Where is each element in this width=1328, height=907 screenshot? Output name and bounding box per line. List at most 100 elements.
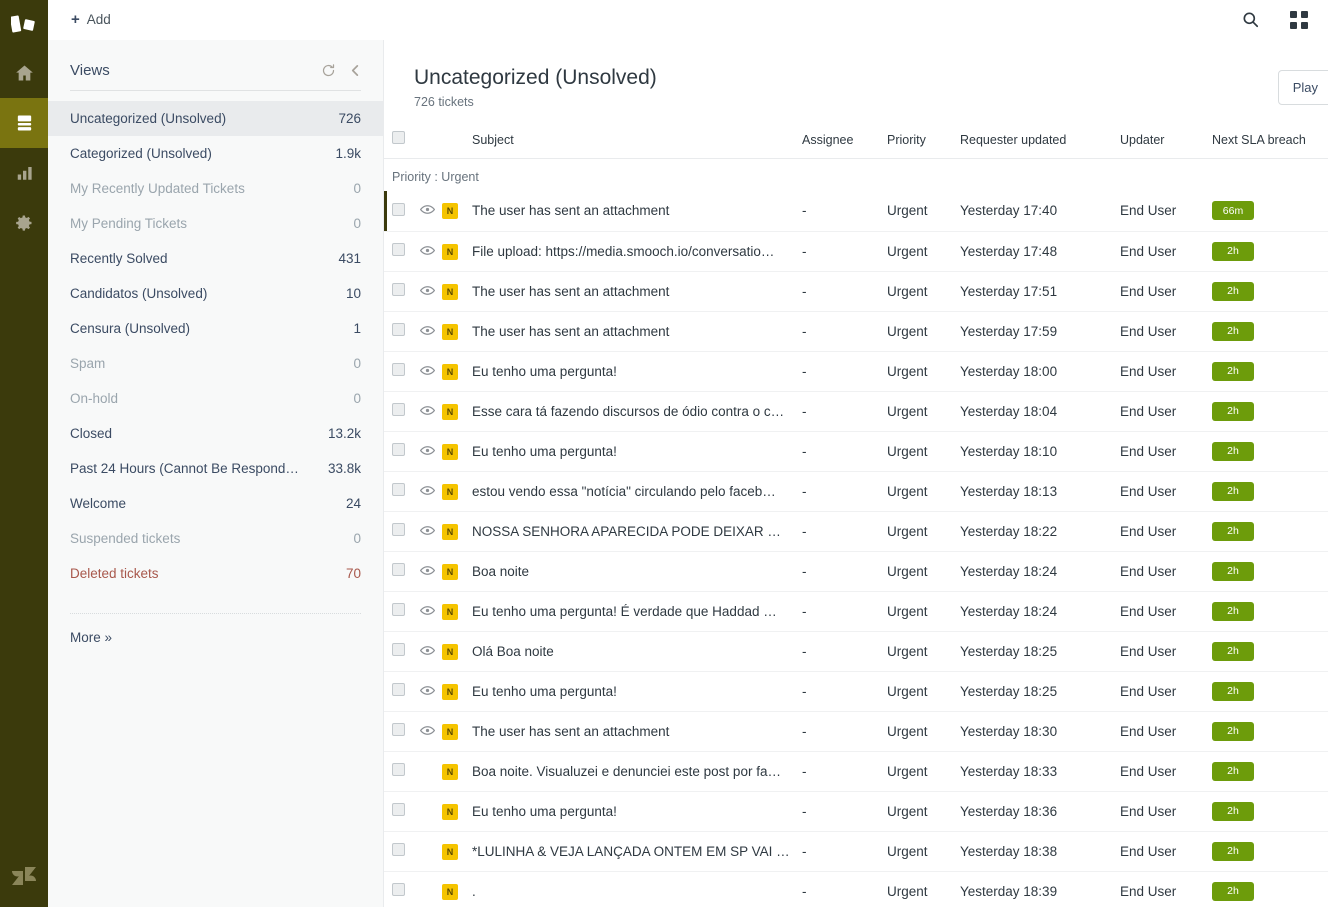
row-subject-text[interactable]: *LULINHA & VEJA LANÇADA ONTEM EM SP VAI …	[472, 844, 790, 859]
row-subject-text[interactable]: Eu tenho uma pergunta!	[472, 364, 790, 379]
table-row[interactable]: N Eu tenho uma pergunta! É verdade que Ha…	[384, 591, 1328, 632]
sidebar-item-view[interactable]: Welcome 24	[48, 486, 383, 521]
sidebar-item-view[interactable]: On-hold 0	[48, 381, 383, 416]
sidebar-item-view[interactable]: Spam 0	[48, 346, 383, 381]
table-row[interactable]: N. - Urgent Yesterday 18:39 End User 2h	[384, 871, 1328, 907]
eye-icon[interactable]	[419, 444, 436, 459]
table-row[interactable]: N File upload: https://media.smooch.io/co…	[384, 231, 1328, 272]
row-subject-text[interactable]: Eu tenho uma pergunta! É verdade que Had…	[472, 604, 790, 619]
rail-item-home[interactable]	[0, 48, 48, 98]
zendesk-products-logo[interactable]	[0, 0, 48, 48]
sidebar-item-view[interactable]: Deleted tickets 70	[48, 556, 383, 591]
add-button[interactable]: + Add	[71, 12, 111, 27]
eye-icon[interactable]	[419, 564, 436, 579]
sidebar-item-view[interactable]: Uncategorized (Unsolved) 726	[48, 101, 383, 136]
table-row[interactable]: N Eu tenho uma pergunta! - Urgent Yesterday …	[384, 351, 1328, 392]
table-row[interactable]: N Eu tenho uma pergunta! - Urgent Yesterday …	[384, 431, 1328, 472]
row-checkbox[interactable]	[392, 283, 405, 297]
row-checkbox[interactable]	[392, 202, 405, 216]
column-header-subject[interactable]: Subject	[472, 131, 802, 160]
table-row[interactable]: N Eu tenho uma pergunta! - Urgent Yesterday …	[384, 791, 1328, 832]
row-checkbox[interactable]	[392, 723, 405, 737]
row-subject-text[interactable]: Boa noite	[472, 564, 790, 579]
row-subject-text[interactable]: NOSSA SENHORA APARECIDA PODE DEIXAR DE …	[472, 524, 790, 539]
sidebar-item-view[interactable]: Recently Solved 431	[48, 241, 383, 276]
table-row[interactable]: N *LULINHA & VEJA LANÇADA ONTEM EM SP VAI…	[384, 831, 1328, 872]
row-checkbox[interactable]	[392, 643, 405, 657]
row-checkbox[interactable]	[392, 323, 405, 337]
row-checkbox[interactable]	[392, 443, 405, 457]
row-checkbox[interactable]	[392, 683, 405, 697]
sidebar-item-view[interactable]: Categorized (Unsolved) 1.9k	[48, 136, 383, 171]
eye-icon[interactable]	[419, 644, 436, 659]
sidebar-item-view[interactable]: Past 24 Hours (Cannot Be Respond… 33.8k	[48, 451, 383, 486]
play-button[interactable]: Play	[1277, 70, 1328, 105]
column-header-updater[interactable]: Updater	[1120, 131, 1212, 160]
eye-icon[interactable]	[419, 364, 436, 379]
sidebar-item-view[interactable]: My Recently Updated Tickets 0	[48, 171, 383, 206]
row-checkbox[interactable]	[392, 563, 405, 577]
row-subject-text[interactable]: File upload: https://media.smooch.io/con…	[472, 244, 790, 259]
eye-icon[interactable]	[419, 284, 436, 299]
rail-item-tickets[interactable]	[0, 98, 48, 148]
table-row[interactable]: N The user has sent an attachment - Urgent Y…	[384, 190, 1328, 232]
eye-icon[interactable]	[419, 404, 436, 419]
table-row[interactable]: N Esse cara tá fazendo discursos de ódio …	[384, 391, 1328, 432]
column-header-assignee[interactable]: Assignee	[802, 131, 887, 160]
sidebar-item-view[interactable]: Candidatos (Unsolved) 10	[48, 276, 383, 311]
eye-icon[interactable]	[419, 244, 436, 259]
select-all-checkbox[interactable]	[392, 131, 405, 145]
row-subject-text[interactable]: Boa noite. Visualuzei e denunciei este p…	[472, 764, 790, 779]
row-subject-text[interactable]: Olá Boa noite	[472, 644, 790, 659]
eye-icon[interactable]	[419, 604, 436, 619]
row-subject-text[interactable]: Eu tenho uma pergunta!	[472, 444, 790, 459]
row-subject-text[interactable]: The user has sent an attachment	[472, 284, 790, 299]
apps-grid-icon[interactable]	[1290, 10, 1308, 29]
row-checkbox[interactable]	[392, 483, 405, 497]
sidebar-item-view[interactable]: Closed 13.2k	[48, 416, 383, 451]
table-row[interactable]: N Boa noite. Visualuzei e denunciei este …	[384, 751, 1328, 792]
column-header-next-sla-breach[interactable]: Next SLA breach	[1212, 131, 1328, 160]
row-checkbox[interactable]	[392, 363, 405, 377]
sidebar-item-view[interactable]: Censura (Unsolved) 1	[48, 311, 383, 346]
table-row[interactable]: N Boa noite - Urgent Yesterday 18:24 End User…	[384, 551, 1328, 592]
rail-item-reporting[interactable]	[0, 148, 48, 198]
table-row[interactable]: Nestou vendo essa "notícia" circulando p…	[384, 471, 1328, 512]
row-checkbox[interactable]	[392, 243, 405, 257]
row-subject-text[interactable]: The user has sent an attachment	[472, 724, 790, 739]
row-subject-text[interactable]: estou vendo essa "notícia" circulando pe…	[472, 484, 790, 499]
table-row[interactable]: N The user has sent an attachment - Urgent Y…	[384, 711, 1328, 752]
row-checkbox[interactable]	[392, 603, 405, 617]
eye-icon[interactable]	[419, 524, 436, 539]
table-row[interactable]: N The user has sent an attachment - Urgent Y…	[384, 311, 1328, 352]
eye-icon[interactable]	[419, 724, 436, 739]
row-subject-text[interactable]: Eu tenho uma pergunta!	[472, 804, 790, 819]
sidebar-item-view[interactable]: My Pending Tickets 0	[48, 206, 383, 241]
row-subject-text[interactable]: The user has sent an attachment	[472, 203, 790, 218]
row-subject-text[interactable]: .	[472, 884, 790, 899]
eye-icon[interactable]	[419, 324, 436, 339]
row-checkbox[interactable]	[392, 403, 405, 417]
table-row[interactable]: N NOSSA SENHORA APARECIDA PODE DEIXAR DE …	[384, 511, 1328, 552]
eye-icon[interactable]	[419, 684, 436, 699]
rail-item-admin[interactable]	[0, 198, 48, 248]
row-subject-text[interactable]: The user has sent an attachment	[472, 324, 790, 339]
eye-icon[interactable]	[419, 484, 436, 499]
refresh-icon[interactable]	[321, 63, 336, 78]
row-checkbox[interactable]	[392, 763, 405, 777]
chevron-left-icon[interactable]	[350, 64, 361, 77]
row-checkbox[interactable]	[392, 883, 405, 897]
row-checkbox[interactable]	[392, 843, 405, 857]
row-subject-text[interactable]: Esse cara tá fazendo discursos de ódio c…	[472, 404, 790, 419]
row-checkbox[interactable]	[392, 803, 405, 817]
sidebar-item-view[interactable]: Suspended tickets 0	[48, 521, 383, 556]
column-header-priority[interactable]: Priority	[887, 131, 960, 160]
table-row[interactable]: N The user has sent an attachment - Urgent Y…	[384, 271, 1328, 312]
row-subject-text[interactable]: Eu tenho uma pergunta!	[472, 684, 790, 699]
views-more-link[interactable]: More »	[70, 630, 361, 645]
table-row[interactable]: N Eu tenho uma pergunta! - Urgent Yesterday …	[384, 671, 1328, 712]
search-icon[interactable]	[1241, 10, 1260, 29]
table-row[interactable]: N Olá Boa noite - Urgent Yesterday 18:25 End …	[384, 631, 1328, 672]
row-checkbox[interactable]	[392, 523, 405, 537]
eye-icon[interactable]	[419, 203, 436, 218]
